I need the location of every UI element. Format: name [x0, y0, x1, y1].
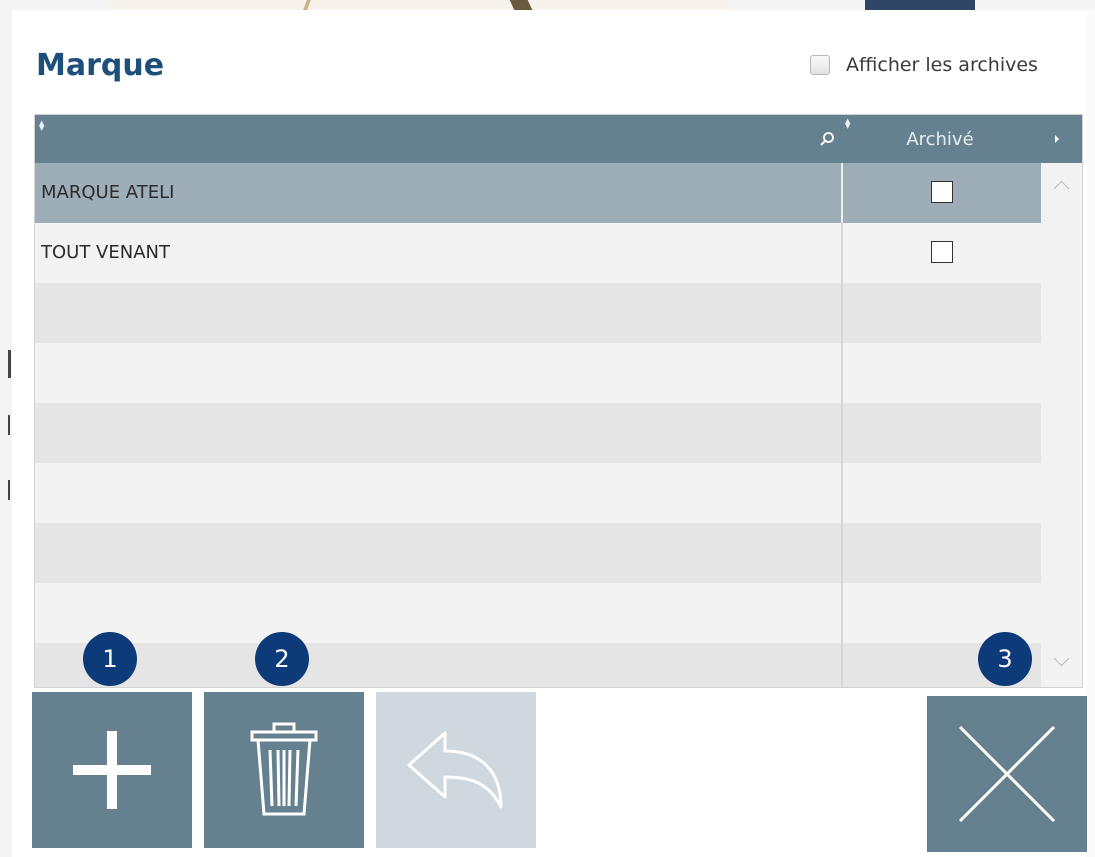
column-divider — [841, 463, 843, 523]
trash-icon — [250, 722, 318, 816]
table-row — [35, 283, 1041, 343]
plus-icon — [73, 731, 151, 809]
column-divider — [841, 343, 843, 403]
archived-checkbox[interactable] — [931, 241, 953, 263]
table-row — [35, 523, 1041, 583]
step-badge-1: 1 — [83, 632, 137, 686]
brand-grid: ▲ ▼ ▲ ▼ Archivé MARQUE ATELI TOUT VENANT — [34, 114, 1083, 688]
show-archives-checkbox[interactable] — [810, 55, 830, 75]
background-fragment — [8, 480, 10, 500]
grid-rows: MARQUE ATELI TOUT VENANT — [35, 163, 1041, 687]
background-fragment — [110, 0, 730, 10]
background-fragment — [865, 0, 975, 10]
undo-button — [376, 692, 536, 848]
step-badge-2: 2 — [255, 632, 309, 686]
brand-name-cell: TOUT VENANT — [41, 242, 170, 263]
close-x-icon — [958, 725, 1056, 823]
brand-dialog: Marque Afficher les archives ▲ ▼ ▲ ▼ Archi… — [12, 10, 1087, 857]
background-app-strip — [0, 0, 1095, 10]
table-row[interactable]: MARQUE ATELI — [35, 163, 1041, 223]
table-row — [35, 583, 1041, 643]
close-button[interactable] — [927, 696, 1087, 852]
add-button[interactable] — [32, 692, 192, 848]
show-archives-toggle[interactable]: Afficher les archives — [810, 54, 1038, 76]
table-row — [35, 643, 1041, 687]
undo-arrow-icon — [407, 731, 503, 809]
show-archives-label: Afficher les archives — [846, 54, 1038, 76]
column-divider — [841, 643, 843, 687]
table-row — [35, 343, 1041, 403]
grid-scrollbar[interactable] — [1041, 163, 1082, 687]
column-divider — [841, 583, 843, 643]
step-badge-3: 3 — [978, 632, 1032, 686]
background-fragment — [8, 350, 11, 378]
column-divider — [841, 163, 843, 223]
table-row — [35, 403, 1041, 463]
column-header-archived[interactable]: Archivé — [855, 129, 1025, 150]
column-divider — [841, 403, 843, 463]
background-app-edge — [0, 10, 12, 857]
archived-checkbox[interactable] — [931, 181, 953, 203]
sort-name-icon[interactable]: ▲ ▼ — [39, 120, 46, 132]
table-row[interactable]: TOUT VENANT — [35, 223, 1041, 283]
column-divider — [841, 283, 843, 343]
column-divider — [841, 523, 843, 583]
sort-archive-icon[interactable]: ▲ ▼ — [845, 118, 852, 130]
scroll-up-icon[interactable] — [1053, 180, 1070, 197]
brand-name-cell: MARQUE ATELI — [41, 182, 175, 203]
grid-header: ▲ ▼ ▲ ▼ Archivé — [35, 115, 1082, 163]
background-app-edge — [1087, 10, 1095, 857]
table-row — [35, 463, 1041, 523]
search-icon[interactable] — [819, 131, 835, 147]
column-scroll-right-icon[interactable] — [1055, 135, 1059, 143]
delete-button[interactable] — [204, 692, 364, 848]
dialog-title: Marque — [36, 48, 165, 83]
column-divider — [841, 223, 843, 283]
scroll-down-icon[interactable] — [1053, 650, 1070, 667]
background-fragment — [8, 415, 10, 435]
